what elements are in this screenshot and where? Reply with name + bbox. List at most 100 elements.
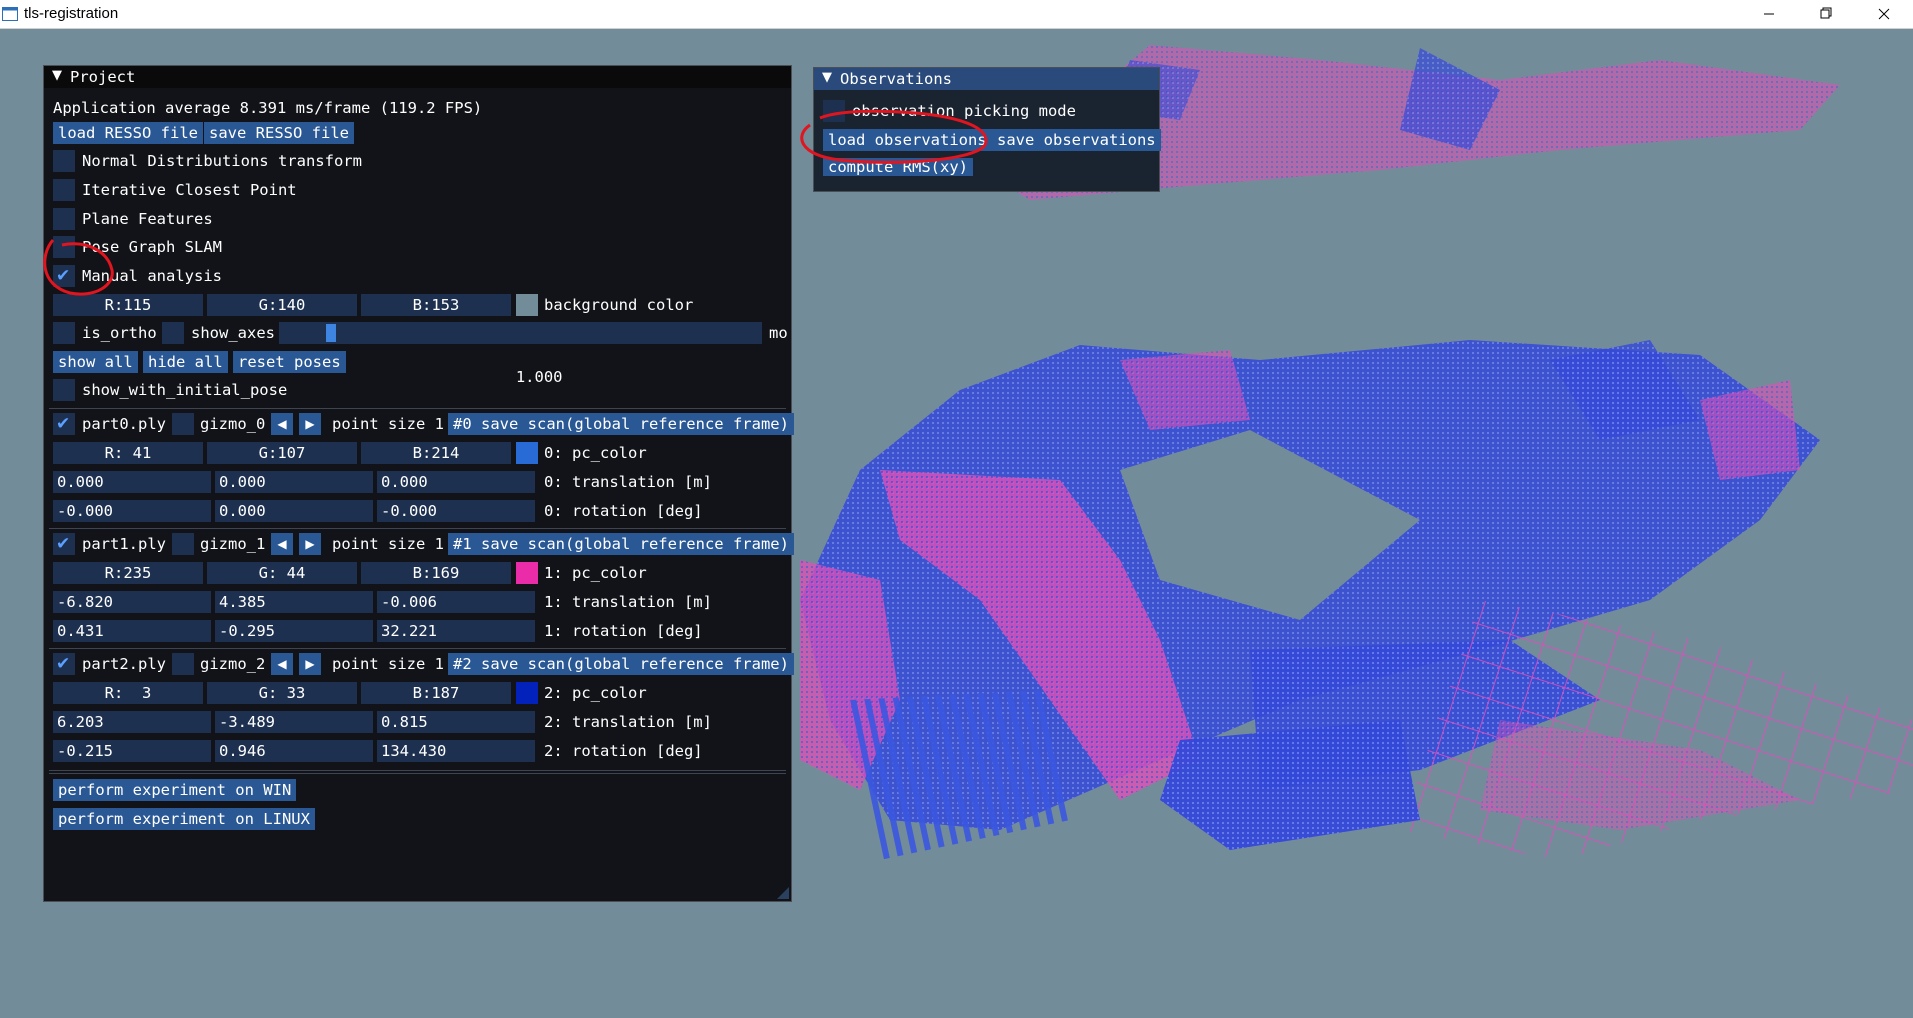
gizmo2-checkbox[interactable] — [172, 653, 194, 675]
show-all-button[interactable]: show all — [53, 351, 138, 373]
zoom-slider[interactable]: 1.000 — [279, 322, 762, 386]
slider-label: mo — [769, 324, 788, 342]
part0-color-swatch[interactable] — [516, 442, 538, 464]
experiment-linux-button[interactable]: perform experiment on LINUX — [53, 808, 315, 830]
arrow-left-icon[interactable]: ◀ — [271, 533, 293, 555]
save-resso-button[interactable]: save RESSO file — [204, 122, 354, 144]
load-observations-button[interactable]: load observations — [823, 129, 992, 151]
part0-rz-field[interactable]: -0.000 — [377, 500, 535, 522]
part0-g-field[interactable]: G:107 — [207, 442, 357, 464]
part0-b-field[interactable]: B:214 — [361, 442, 511, 464]
part0-translation-label: 0: translation [m] — [544, 473, 712, 491]
slider-value: 1.000 — [515, 368, 563, 386]
app-icon — [2, 7, 18, 21]
part0-visible-checkbox[interactable]: ✔ — [53, 413, 75, 435]
part2-r-field[interactable]: R: 3 — [53, 682, 203, 704]
triangle-down-icon[interactable]: ▼ — [822, 70, 832, 85]
compute-rms-button[interactable]: compute RMS(xy) — [823, 158, 973, 176]
arrow-right-icon[interactable]: ▶ — [299, 413, 321, 435]
save-observations-button[interactable]: save observations — [992, 129, 1161, 151]
hide-all-button[interactable]: hide all — [143, 351, 228, 373]
resize-grip[interactable] — [777, 887, 789, 899]
bg-g-field[interactable]: G:140 — [207, 294, 357, 316]
ndt-checkbox[interactable] — [53, 150, 75, 172]
is-ortho-checkbox[interactable] — [53, 322, 75, 344]
arrow-left-icon[interactable]: ◀ — [271, 653, 293, 675]
observations-window-titlebar[interactable]: ▼ Observations — [814, 68, 1159, 90]
is-ortho-label: is_ortho — [82, 324, 157, 342]
part2-rx-field[interactable]: -0.215 — [53, 740, 211, 762]
plane-features-checkbox[interactable] — [53, 208, 75, 230]
gizmo2-label: gizmo_2 — [200, 655, 266, 673]
show-axes-checkbox[interactable] — [162, 322, 184, 344]
part2-color-swatch[interactable] — [516, 682, 538, 704]
part2-rz-field[interactable]: 134.430 — [377, 740, 535, 762]
part1-visible-checkbox[interactable]: ✔ — [53, 533, 75, 555]
part1-rz-field[interactable]: 32.221 — [377, 620, 535, 642]
part1-ry-field[interactable]: -0.295 — [215, 620, 373, 642]
part1-name: part1.ply — [82, 535, 166, 553]
slider-grab[interactable] — [326, 324, 336, 342]
manual-analysis-label: Manual analysis — [82, 267, 222, 285]
part0-point-size: point size 1 — [332, 415, 444, 433]
part2-ty-field[interactable]: -3.489 — [215, 711, 373, 733]
part2-g-field[interactable]: G: 33 — [207, 682, 357, 704]
part2-visible-checkbox[interactable]: ✔ — [53, 653, 75, 675]
pose-graph-slam-checkbox[interactable] — [53, 236, 75, 258]
show-axes-label: show_axes — [191, 324, 275, 342]
minimize-icon[interactable] — [1746, 0, 1792, 28]
part2-tz-field[interactable]: 0.815 — [377, 711, 535, 733]
arrow-left-icon[interactable]: ◀ — [271, 413, 293, 435]
part1-tx-field[interactable]: -6.820 — [53, 591, 211, 613]
part0-tz-field[interactable]: 0.000 — [377, 471, 535, 493]
part2-tx-field[interactable]: 6.203 — [53, 711, 211, 733]
part2-ry-field[interactable]: 0.946 — [215, 740, 373, 762]
reset-poses-button[interactable]: reset poses — [233, 351, 346, 373]
background-color-swatch[interactable] — [516, 294, 538, 316]
part2-rotation-label: 2: rotation [deg] — [544, 742, 703, 760]
checkmark-icon: ✔ — [56, 654, 71, 674]
arrow-right-icon[interactable]: ▶ — [299, 533, 321, 555]
part2-b-field[interactable]: B:187 — [361, 682, 511, 704]
separator — [49, 648, 786, 649]
part1-tz-field[interactable]: -0.006 — [377, 591, 535, 613]
part0-tx-field[interactable]: 0.000 — [53, 471, 211, 493]
manual-analysis-checkbox[interactable]: ✔ — [53, 265, 75, 287]
part1-rx-field[interactable]: 0.431 — [53, 620, 211, 642]
part0-ty-field[interactable]: 0.000 — [215, 471, 373, 493]
experiment-win-button[interactable]: perform experiment on WIN — [53, 779, 297, 801]
part0-rotation-label: 0: rotation [deg] — [544, 502, 703, 520]
part1-r-field[interactable]: R:235 — [53, 562, 203, 584]
bg-r-field[interactable]: R:115 — [53, 294, 203, 316]
part1-g-field[interactable]: G: 44 — [207, 562, 357, 584]
gizmo1-checkbox[interactable] — [172, 533, 194, 555]
part0-rx-field[interactable]: -0.000 — [53, 500, 211, 522]
part2-color-label: 2: pc_color — [544, 684, 647, 702]
bg-b-field[interactable]: B:153 — [361, 294, 511, 316]
gizmo0-checkbox[interactable] — [172, 413, 194, 435]
part0-r-field[interactable]: R: 41 — [53, 442, 203, 464]
part0-ry-field[interactable]: 0.000 — [215, 500, 373, 522]
fps-text: Application average 8.391 ms/frame (119.… — [53, 99, 483, 117]
show-with-initial-pose-checkbox[interactable] — [53, 379, 75, 401]
observation-picking-checkbox[interactable] — [823, 100, 845, 122]
part1-color-swatch[interactable] — [516, 562, 538, 584]
restore-icon[interactable] — [1803, 0, 1849, 28]
window-title: tls-registration — [24, 5, 119, 22]
observations-window: ▼ Observations observation picking mode … — [813, 67, 1161, 192]
part1-save-scan-button[interactable]: #1 save scan(global reference frame) — [448, 533, 794, 555]
close-icon[interactable] — [1861, 0, 1907, 28]
load-resso-button[interactable]: load RESSO file — [53, 122, 203, 144]
part1-ty-field[interactable]: 4.385 — [215, 591, 373, 613]
triangle-down-icon[interactable]: ▼ — [52, 68, 62, 83]
arrow-right-icon[interactable]: ▶ — [299, 653, 321, 675]
part2-save-scan-button[interactable]: #2 save scan(global reference frame) — [448, 653, 794, 675]
icp-checkbox[interactable] — [53, 179, 75, 201]
project-window-titlebar[interactable]: ▼ Project — [44, 66, 791, 88]
checkmark-icon: ✔ — [56, 534, 71, 554]
observation-picking-label: observation picking mode — [852, 102, 1076, 120]
part0-save-scan-button[interactable]: #0 save scan(global reference frame) — [448, 413, 794, 435]
part2-name: part2.ply — [82, 655, 166, 673]
part1-b-field[interactable]: B:169 — [361, 562, 511, 584]
ndt-label: Normal Distributions transform — [82, 152, 362, 170]
